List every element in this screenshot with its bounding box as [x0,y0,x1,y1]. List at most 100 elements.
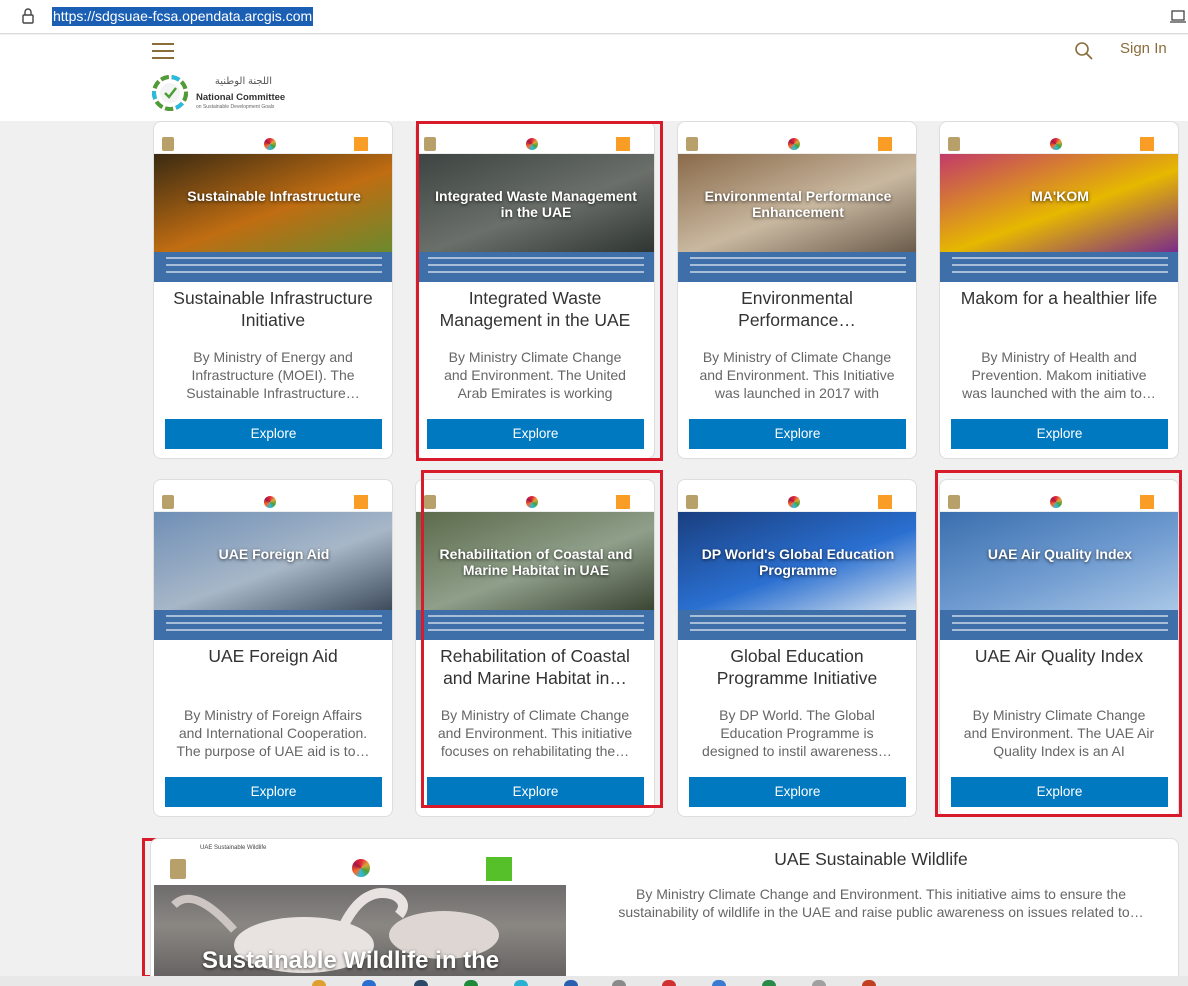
thumb-title: UAE Air Quality Index [987,546,1133,562]
card-description: By Ministry of Health and Prevention. Ma… [962,349,1156,401]
taskbar-app-icon[interactable] [862,980,876,986]
taskbar-app-icon[interactable] [712,980,726,986]
browser-address-bar: https://sdgsuae-fcsa.opendata.arcgis.com [0,0,1188,34]
sign-in-link[interactable]: Sign In [1120,40,1167,57]
uae-emblem-icon [686,495,698,509]
card-description: By Ministry of Energy and Infrastructure… [186,349,360,401]
card-title[interactable]: UAE Foreign Aid [166,645,380,691]
url-field[interactable]: https://sdgsuae-fcsa.opendata.arcgis.com [52,7,314,26]
card-description: By Ministry of Climate Change and Enviro… [699,349,895,401]
sdg-goal-icon [878,137,892,151]
site-logo[interactable]: اللجنة الوطنية National Committee on Sus… [152,75,285,115]
card-title[interactable]: Makom for a healthier life [952,287,1166,333]
uae-emblem-icon [424,137,436,151]
explore-button[interactable]: Explore [951,419,1168,449]
card-title[interactable]: UAE Sustainable Wildlife [601,849,1141,870]
logo-subtitle: on Sustainable Development Goals [196,104,275,110]
card-thumbnail: Sustainable Infrastructure [154,134,392,282]
sdg-goal-icon [878,495,892,509]
thumb-title: Rehabilitation of Coastal and Marine Hab… [439,546,633,578]
taskbar-app-icon[interactable] [612,980,626,986]
wildlife-thumbnail: UAE Sustainable Wildlife Sustainable Wil… [154,843,566,985]
search-icon[interactable] [1074,41,1094,61]
card-description: By Ministry Climate Change and Environme… [444,349,626,401]
card-thumbnail: Environmental Performance Enhancement [678,134,916,282]
taskbar-app-icon[interactable] [564,980,578,986]
thumbnail-image: Environmental Performance Enhancement [678,154,916,252]
hamburger-menu-icon[interactable] [152,43,174,59]
taskbar-app-icon[interactable] [312,980,326,986]
card-title[interactable]: Sustainable Infrastructure Initiative [166,287,380,333]
thumbnail-caption-band [678,610,916,640]
explore-button[interactable]: Explore [427,419,644,449]
thumbnail-caption-band [940,252,1178,282]
initiative-card[interactable]: DP World's Global Education Programme Glo… [677,479,917,817]
uae-emblem-icon [948,495,960,509]
initiative-card[interactable]: Sustainable Infrastructure Sustainable In… [153,121,393,459]
explore-button[interactable]: Explore [165,419,382,449]
thumb-header-text: UAE Sustainable Wildlife [200,845,267,851]
card-title[interactable]: Integrated Waste Management in the UAE [428,287,642,333]
thumbnail-image: Sustainable Infrastructure [154,154,392,252]
taskbar-app-icon[interactable] [762,980,776,986]
sdg-goal-icon [486,857,512,881]
thumbnail-image: DP World's Global Education Programme [678,512,916,610]
card-description: By DP World. The Global Education Progra… [702,707,892,759]
explore-button[interactable]: Explore [689,777,906,807]
explore-button[interactable]: Explore [427,777,644,807]
initiative-card[interactable]: Integrated Waste Management in the UAE In… [415,121,655,459]
sdg-goal-icon [1140,495,1154,509]
card-title[interactable]: Environmental Performance… [690,287,904,333]
thumbnail-caption-band [154,252,392,282]
sdg-goal-icon [616,137,630,151]
taskbar-app-icon[interactable] [514,980,528,986]
card-description: By Ministry of Climate Change and Enviro… [437,707,633,759]
card-title[interactable]: Rehabilitation of Coastal and Marine Hab… [428,645,642,691]
card-thumbnail: MA'KOM [940,134,1178,282]
thumbnail-image: UAE Air Quality Index [940,512,1178,610]
initiative-card[interactable]: Environmental Performance Enhancement Env… [677,121,917,459]
sdg-wheel-icon [264,496,276,508]
device-icon[interactable] [1170,9,1188,25]
card-thumbnail: Rehabilitation of Coastal and Marine Hab… [416,492,654,640]
flamingo-image: Sustainable Wildlife in the [154,885,566,985]
thumb-title: Environmental Performance Enhancement [704,188,892,220]
explore-button[interactable]: Explore [165,777,382,807]
thumb-title: Integrated Waste Management in the UAE [435,188,637,220]
thumbnail-image: UAE Foreign Aid [154,512,392,610]
thumbnail-caption-band [154,610,392,640]
taskbar-app-icon[interactable] [414,980,428,986]
sdg-wheel-icon [352,859,370,877]
taskbar-app-icon[interactable] [362,980,376,986]
card-title[interactable]: UAE Air Quality Index [952,645,1166,691]
card-thumbnail: Integrated Waste Management in the UAE [416,134,654,282]
uae-emblem-icon [162,137,174,151]
thumb-title: Sustainable Infrastructure [187,188,361,204]
explore-button[interactable]: Explore [689,419,906,449]
explore-button[interactable]: Explore [951,777,1168,807]
card-thumbnail: UAE Foreign Aid [154,492,392,640]
thumb-title: MA'KOM [1031,188,1089,204]
card-title[interactable]: Global Education Programme Initiative [690,645,904,691]
taskbar [0,976,1188,986]
sdg-wheel-icon [1050,496,1062,508]
taskbar-app-icon[interactable] [812,980,826,986]
taskbar-app-icon[interactable] [662,980,676,986]
thumbnail-caption-band [416,610,654,640]
sdg-wheel-icon [526,138,538,150]
thumb-title: DP World's Global Education Programme [701,546,895,578]
initiative-card[interactable]: UAE Air Quality Index UAE Air Quality Ind… [939,479,1179,817]
card-thumbnail: DP World's Global Education Programme [678,492,916,640]
sdg-goal-icon [354,137,368,151]
thumbnail-caption-band [678,252,916,282]
initiative-card[interactable]: MA'KOM Makom for a healthier life By Minis… [939,121,1179,459]
card-description: By Ministry of Foreign Affairs and Inter… [176,707,370,759]
initiative-card[interactable]: UAE Foreign Aid UAE Foreign Aid By Ministr… [153,479,393,817]
thumbnail-caption-band [416,252,654,282]
wildlife-card[interactable]: UAE Sustainable Wildlife Sustainable Wil… [150,838,1179,986]
taskbar-app-icon[interactable] [464,980,478,986]
sdg-goal-icon [354,495,368,509]
sdg-wheel-logo-icon [152,75,188,111]
sdg-goal-icon [1140,137,1154,151]
initiative-card[interactable]: Rehabilitation of Coastal and Marine Hab… [415,479,655,817]
